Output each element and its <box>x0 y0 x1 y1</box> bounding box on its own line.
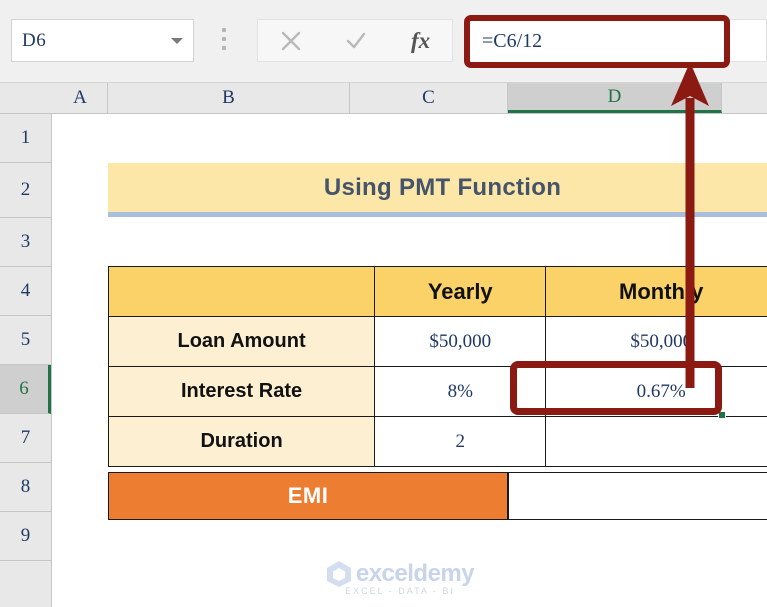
title-banner-text: Using PMT Function <box>323 173 562 201</box>
watermark-brand: exceldemy <box>355 560 475 587</box>
worksheet-grid[interactable]: Using PMT Function Yearly Monthly Loan A… <box>53 114 767 607</box>
emi-label-text: EMI <box>287 483 329 508</box>
row-header-6[interactable]: 6 <box>0 365 51 414</box>
emi-value-cell[interactable] <box>508 472 767 520</box>
cube-logo-icon <box>326 561 351 587</box>
title-banner-cell[interactable]: Using PMT Function <box>108 163 767 217</box>
row-header-10[interactable] <box>0 561 51 607</box>
emi-row: EMI <box>108 472 767 520</box>
duration-monthly[interactable] <box>545 416 767 467</box>
row-header-5[interactable]: 5 <box>0 316 51 365</box>
formula-bar-extension <box>730 19 767 62</box>
table-header-row: Yearly Monthly <box>107 266 767 317</box>
interest-rate-yearly[interactable]: 8% <box>374 366 547 417</box>
table-header-monthly[interactable]: Monthly <box>545 266 767 317</box>
interest-rate-monthly[interactable]: 0.67% <box>545 366 767 417</box>
close-icon[interactable] <box>280 30 302 52</box>
loan-data-table: Yearly Monthly Loan Amount $50,000 $50,0… <box>107 266 767 467</box>
column-header-e[interactable] <box>722 83 767 113</box>
formula-bar-strip: D6 fx =C6/12 <box>0 0 767 83</box>
formula-bar-buttons: fx <box>257 19 453 62</box>
column-header-a[interactable]: A <box>53 83 108 113</box>
loan-amount-monthly[interactable]: $50,000 <box>545 316 767 367</box>
row-header-4[interactable]: 4 <box>0 267 51 316</box>
row-header-column: 1 2 3 4 5 6 7 8 9 <box>0 114 52 607</box>
emi-label-cell[interactable]: EMI <box>108 472 508 520</box>
formula-input-value: =C6/12 <box>482 30 543 52</box>
active-cell-fill-handle[interactable] <box>718 411 726 419</box>
fx-icon[interactable]: fx <box>411 28 430 54</box>
name-box-value: D6 <box>22 29 47 51</box>
column-header-c[interactable]: C <box>350 83 508 113</box>
formula-input[interactable]: =C6/12 <box>464 15 730 68</box>
table-row: Duration 2 <box>107 416 767 467</box>
duration-yearly[interactable]: 2 <box>374 416 547 467</box>
table-row: Loan Amount $50,000 $50,000 <box>107 316 767 367</box>
check-icon[interactable] <box>345 30 367 52</box>
row-header-2[interactable]: 2 <box>0 163 51 218</box>
row-label-interest-rate[interactable]: Interest Rate <box>107 366 376 417</box>
chevron-down-icon[interactable] <box>171 37 183 44</box>
table-header-yearly[interactable]: Yearly <box>374 266 547 317</box>
row-label-loan-amount[interactable]: Loan Amount <box>107 316 376 367</box>
column-header-row: A B C D <box>0 83 767 114</box>
watermark-tagline: EXCEL - DATA - BI <box>345 586 455 596</box>
exceldemy-watermark: exceldemy EXCEL - DATA - BI <box>300 560 500 596</box>
loan-amount-yearly[interactable]: $50,000 <box>374 316 547 367</box>
row-header-1[interactable]: 1 <box>0 114 51 163</box>
row-label-duration[interactable]: Duration <box>107 416 376 467</box>
row-header-3[interactable]: 3 <box>0 218 51 267</box>
column-header-b[interactable]: B <box>108 83 350 113</box>
name-box[interactable]: D6 <box>11 19 194 62</box>
column-header-d[interactable]: D <box>508 83 722 113</box>
row-header-9[interactable]: 9 <box>0 512 51 561</box>
table-row: Interest Rate 8% 0.67% <box>107 366 767 417</box>
watermark-row: exceldemy <box>326 560 475 588</box>
row-header-8[interactable]: 8 <box>0 463 51 512</box>
formula-bar-grip <box>222 28 226 55</box>
row-header-7[interactable]: 7 <box>0 414 51 463</box>
table-header-blank[interactable] <box>107 266 376 317</box>
